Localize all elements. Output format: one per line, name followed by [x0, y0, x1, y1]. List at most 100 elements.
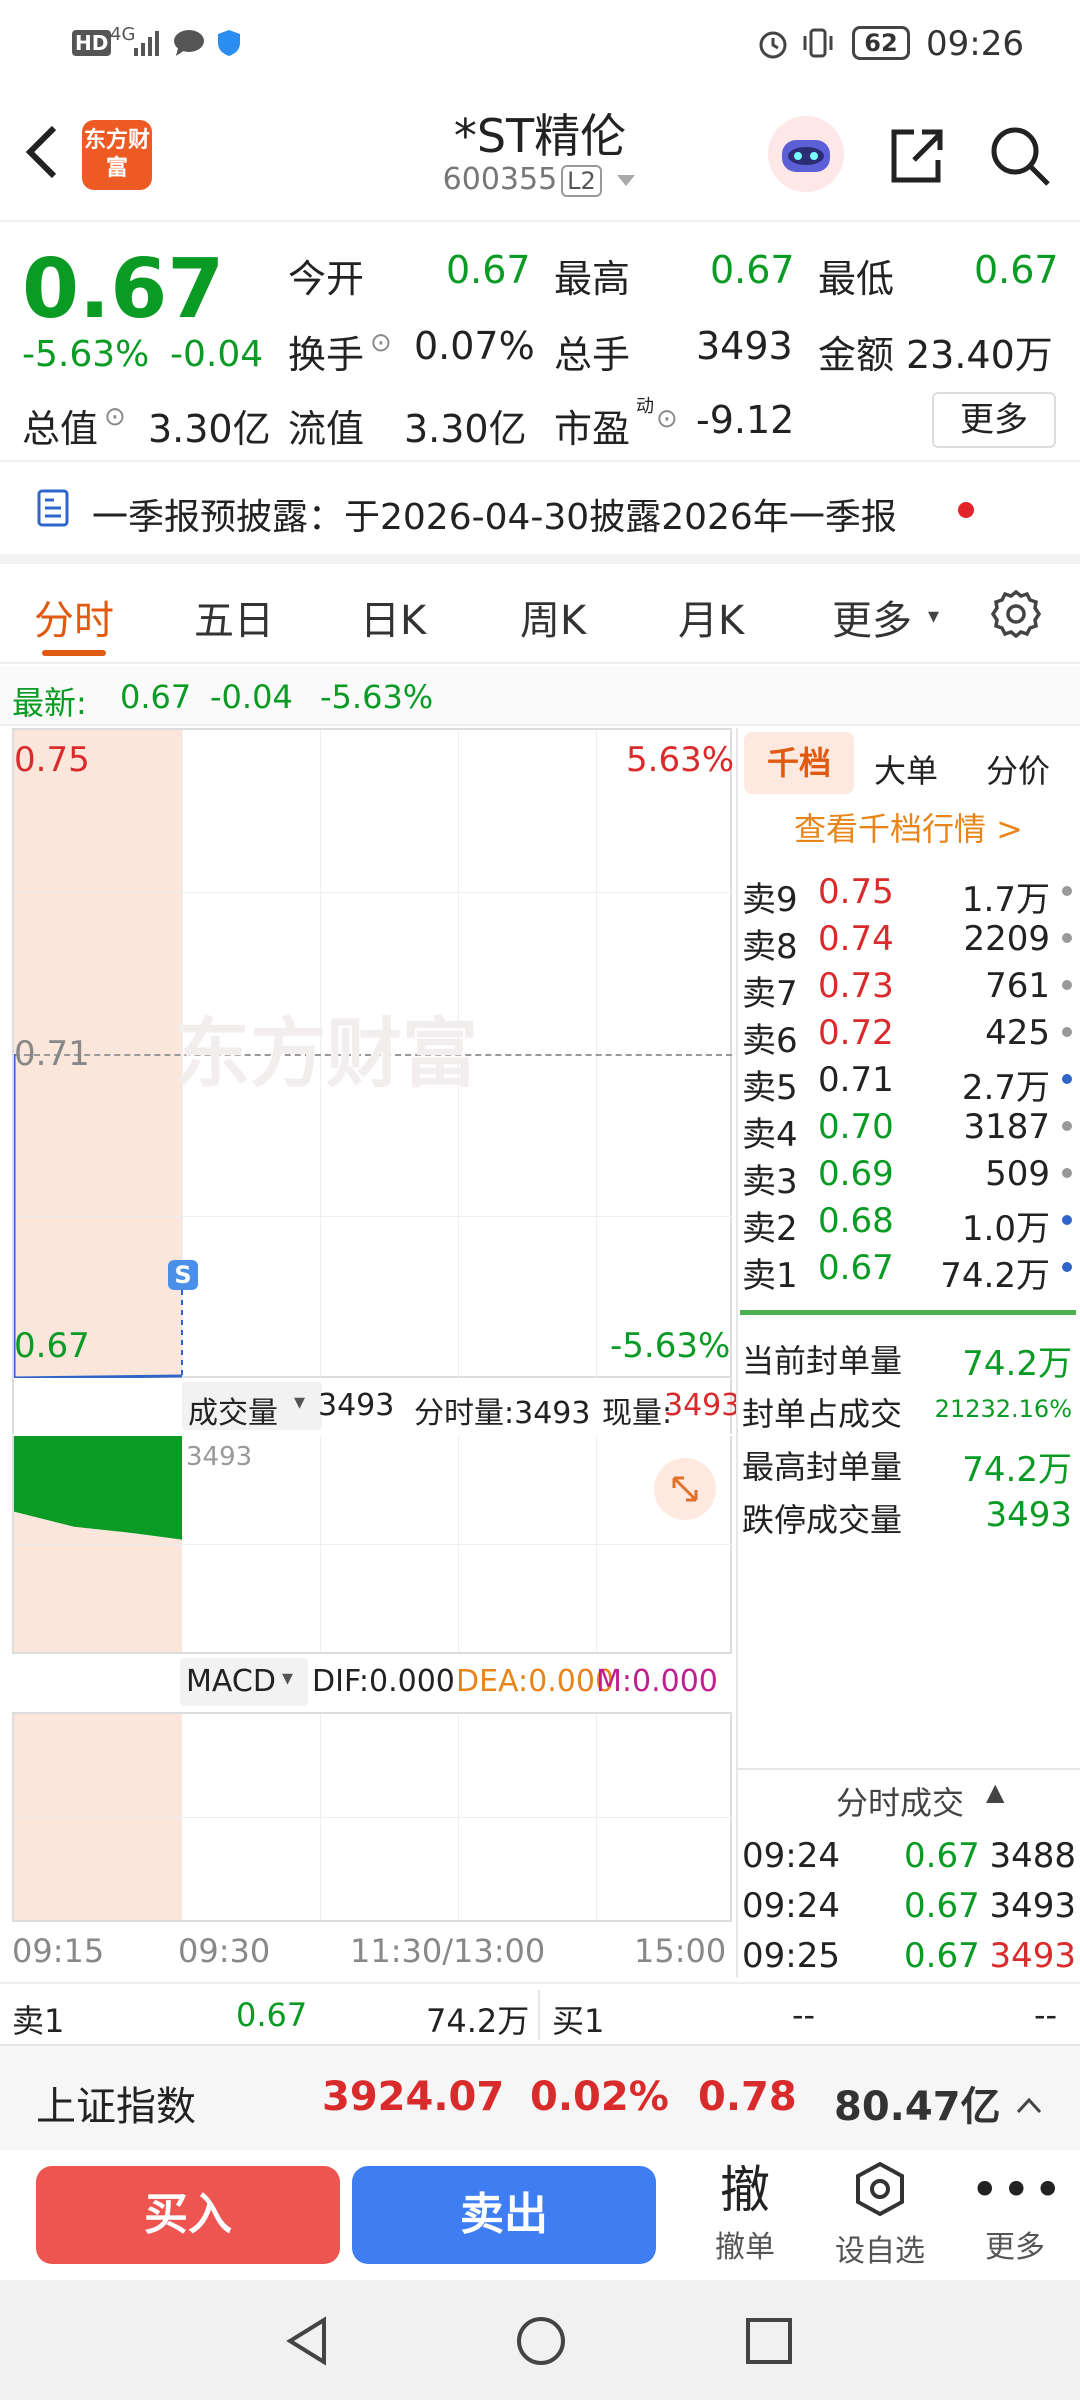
volume-area-svg — [14, 1436, 182, 1652]
tab-more[interactable]: 更多 — [832, 588, 912, 646]
tab-intraday[interactable]: 分时 — [34, 588, 114, 646]
stock-name: *ST精伦 — [453, 109, 627, 163]
vol-selector-label: 成交量 — [188, 1396, 278, 1431]
level-dot — [1062, 1121, 1072, 1131]
seal-stat-label: 跌停成交量 — [742, 1501, 903, 1539]
add-watchlist-button[interactable]: 设自选 — [820, 2158, 940, 2278]
expand-icon[interactable] — [654, 1458, 716, 1520]
vol-selector[interactable]: 成交量 ▾ — [182, 1382, 322, 1431]
cancel-order-button[interactable]: 撤 撤单 — [700, 2158, 790, 2278]
pe-dynamic-sup: 动 — [636, 396, 654, 417]
level-dot — [1062, 886, 1072, 896]
clock: 09:26 — [926, 24, 1024, 64]
index-name: 上证指数 — [36, 2084, 196, 2130]
ask-row[interactable]: 卖6 0.72 425 — [742, 1009, 1076, 1061]
open-label: 今开 — [288, 257, 365, 301]
nav-recents-icon[interactable] — [744, 2316, 794, 2370]
message-icon — [172, 28, 206, 66]
ask1-label: 卖1 — [12, 2002, 65, 2040]
trade-time: 09:24 — [742, 1886, 840, 1926]
ask-volume: 509 — [985, 1154, 1050, 1194]
notice-banner[interactable]: 一季报预披露：于2026-04-30披露2026年一季报 — [0, 462, 1080, 564]
ask-row[interactable]: 卖3 0.69 509 — [742, 1150, 1076, 1202]
tab-thousand-levels[interactable]: 千档 — [744, 732, 854, 794]
quote-more-button[interactable]: 更多 — [932, 392, 1056, 448]
bid1-price: -- — [792, 1996, 816, 2034]
info-circle-icon[interactable]: ⊙ — [370, 328, 392, 358]
change-pct: -5.63% — [22, 334, 150, 375]
ask-row[interactable]: 卖9 0.75 1.7万 — [742, 868, 1076, 920]
tab-daily-k[interactable]: 日K — [360, 588, 426, 646]
tab-five-day[interactable]: 五日 — [194, 588, 274, 646]
system-nav-bar — [0, 2280, 1080, 2400]
vol-total: 3493 — [318, 1388, 395, 1423]
macd-selector[interactable]: MACD ▾ — [180, 1658, 308, 1706]
view-levels-link[interactable]: 查看千档行情 > — [794, 804, 1023, 850]
battery-indicator: 62 — [852, 26, 910, 60]
nav-back-icon[interactable] — [282, 2314, 332, 2372]
nav-home-icon[interactable] — [514, 2314, 568, 2372]
settings-gear-icon[interactable] — [988, 586, 1044, 652]
ask-row[interactable]: 卖1 0.67 74.2万 — [742, 1244, 1076, 1296]
shield-icon — [216, 28, 242, 66]
trade-row: 09:24 0.67 3493 — [742, 1882, 1076, 1930]
ask-price: 0.70 — [818, 1107, 894, 1147]
volume-value: 3493 — [696, 324, 793, 368]
time-tick: 09:30 — [178, 1932, 271, 1970]
info-circle-icon[interactable]: ⊙ — [104, 402, 126, 432]
ask-label: 卖1 — [742, 1256, 798, 1296]
ask-label: 卖3 — [742, 1162, 798, 1202]
ask-row[interactable]: 卖4 0.70 3187 — [742, 1103, 1076, 1155]
intraday-chart[interactable]: 东方财富 0.75 0.71 0.67 5.63% -5.63% S — [12, 728, 734, 1380]
tab-monthly-k[interactable]: 月K — [678, 588, 744, 646]
ask-label: 卖7 — [742, 974, 798, 1014]
chart-tabs: 分时 五日 日K 周K 月K 更多 ▾ — [0, 564, 1080, 664]
time-tick: 11:30/13:00 — [350, 1932, 546, 1970]
vibrate-icon — [800, 26, 836, 68]
trades-title[interactable]: 分时成交 — [836, 1778, 964, 1824]
ask-row[interactable]: 卖7 0.73 761 — [742, 962, 1076, 1014]
search-icon[interactable] — [988, 124, 1052, 192]
macd-dif: DIF:0.000 — [312, 1664, 455, 1699]
level-dot — [1062, 1074, 1072, 1084]
stock-code-row[interactable]: 600355 L2 — [340, 162, 740, 197]
sell-button[interactable]: 卖出 — [352, 2166, 656, 2264]
index-pct: 0.02% — [530, 2074, 669, 2120]
ask-row[interactable]: 卖8 0.74 2209 — [742, 915, 1076, 967]
index-ticker[interactable]: 上证指数 3924.07 0.02% 0.78 80.47亿 — [0, 2044, 1080, 2150]
ask-volume: 74.2万 — [940, 1256, 1050, 1296]
caret-down-icon: ▾ — [282, 1666, 294, 1691]
mktcap-label: 总值 — [22, 407, 99, 451]
app-logo[interactable]: 东方财富 — [82, 120, 152, 190]
more-actions-button[interactable]: ••• 更多 — [970, 2158, 1062, 2278]
index-change: 0.78 — [698, 2074, 797, 2120]
chevron-up-icon[interactable] — [1014, 2082, 1044, 2128]
tab-large-orders[interactable]: 大单 — [874, 746, 938, 792]
volume-pane[interactable]: 3493 — [12, 1436, 732, 1654]
ask-row[interactable]: 卖2 0.68 1.0万 — [742, 1197, 1076, 1249]
best-quote-row: 卖1 0.67 74.2万 买1 -- -- — [0, 1982, 1080, 2044]
macd-pane[interactable] — [12, 1712, 732, 1922]
sell-marker[interactable]: S — [168, 1260, 198, 1290]
ask-label: 卖5 — [742, 1068, 798, 1108]
trade-volume: 3488 — [989, 1836, 1076, 1876]
share-icon[interactable] — [884, 124, 948, 192]
bid1-label: 买1 — [552, 2002, 605, 2040]
seal-stat-value: 3493 — [985, 1495, 1072, 1535]
back-arrow-icon[interactable] — [22, 122, 62, 186]
robot-assistant-icon[interactable] — [766, 114, 846, 198]
seal-stat-label: 最高封单量 — [742, 1448, 903, 1486]
price-pane: 东方财富 0.75 0.71 0.67 5.63% -5.63% S — [14, 730, 734, 1380]
trade-price: 0.67 — [904, 1836, 980, 1876]
time-axis: 09:15 09:30 11:30/13:00 15:00 — [12, 1928, 732, 1978]
open-value: 0.67 — [446, 248, 531, 292]
low-value: 0.67 — [974, 248, 1059, 292]
ask-label: 卖2 — [742, 1209, 798, 1249]
tab-price-distribution[interactable]: 分价 — [986, 746, 1050, 792]
buy-button[interactable]: 买入 — [36, 2166, 340, 2264]
tab-weekly-k[interactable]: 周K — [520, 588, 586, 646]
info-circle-icon[interactable]: ⊙ — [656, 404, 678, 434]
ask-row[interactable]: 卖5 0.71 2.7万 — [742, 1056, 1076, 1108]
ask-volume: 2.7万 — [961, 1068, 1050, 1108]
float-label: 流值 — [288, 407, 365, 451]
